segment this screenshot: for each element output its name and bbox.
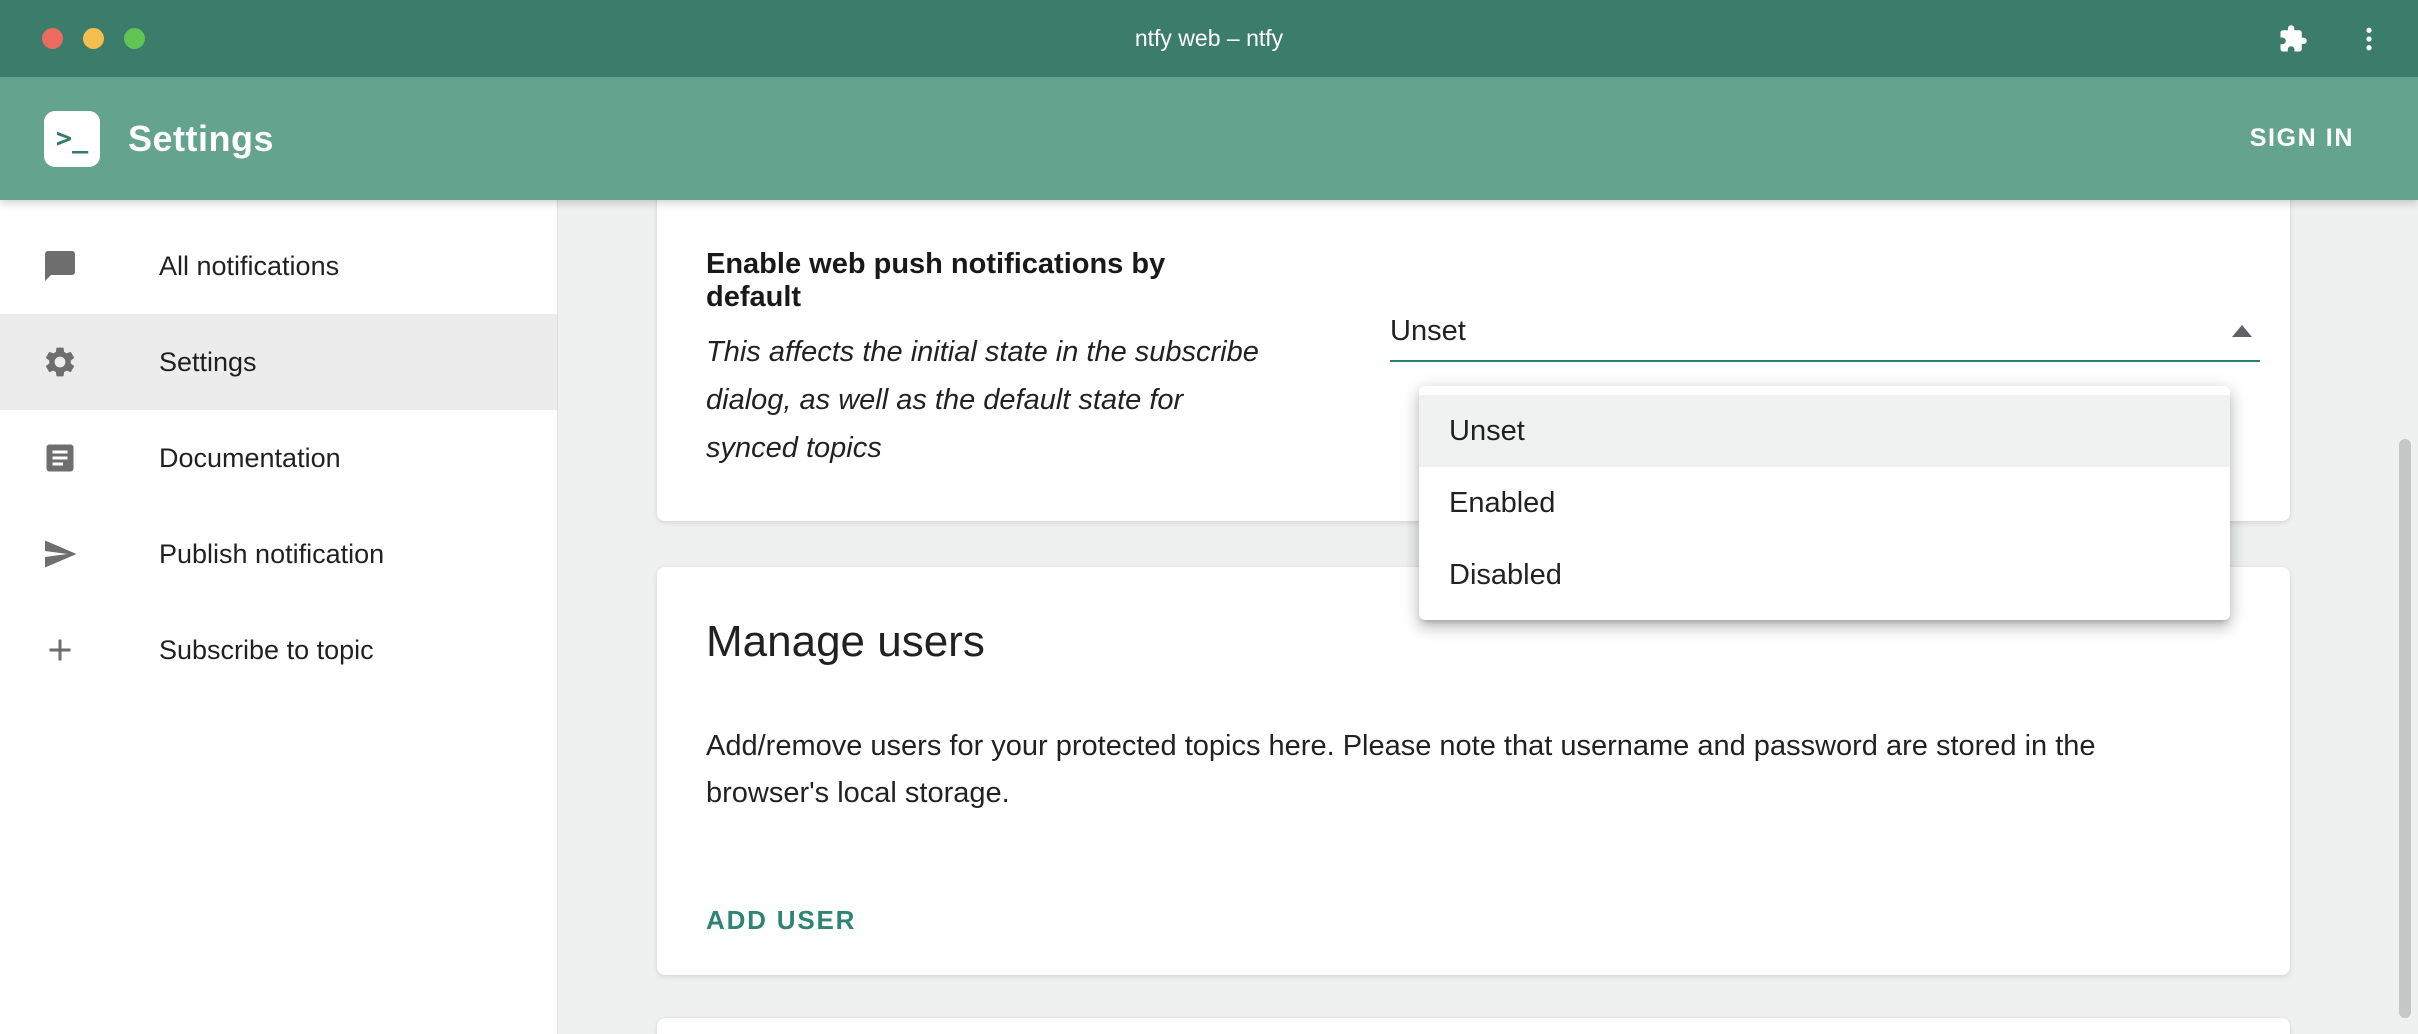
sidebar-item-label: All notifications <box>159 251 339 282</box>
sidebar-item-label: Subscribe to topic <box>159 635 374 666</box>
gear-icon <box>42 344 159 380</box>
sidebar-item-subscribe-to-topic[interactable]: Subscribe to topic <box>0 602 557 698</box>
sidebar: All notifications Settings Documentation… <box>0 200 558 1034</box>
chat-icon <box>42 248 159 284</box>
ntfy-logo-icon: >_ <box>44 111 100 167</box>
menu-item-disabled[interactable]: Disabled <box>1419 539 2230 611</box>
manage-users-card: Manage users Add/remove users for your p… <box>657 567 2290 975</box>
sidebar-item-all-notifications[interactable]: All notifications <box>0 218 557 314</box>
extensions-icon[interactable] <box>2278 24 2308 54</box>
send-icon <box>42 536 159 572</box>
sidebar-item-settings[interactable]: Settings <box>0 314 557 410</box>
select-menu: Unset Enabled Disabled <box>1419 386 2230 620</box>
app-bar: >_ Settings SIGN IN <box>0 77 2418 200</box>
page-title: Settings <box>128 118 274 160</box>
web-push-pref-description: This affects the initial state in the su… <box>706 328 1266 472</box>
sidebar-item-label: Publish notification <box>159 539 384 570</box>
web-push-pref-title: Enable web push notifications by default <box>706 248 1266 314</box>
manage-users-title: Manage users <box>706 617 2241 667</box>
chevron-up-icon <box>2232 325 2252 337</box>
menu-item-unset[interactable]: Unset <box>1419 395 2230 467</box>
sidebar-item-label: Documentation <box>159 443 341 474</box>
sidebar-item-documentation[interactable]: Documentation <box>0 410 557 506</box>
window-titlebar: ntfy web – ntfy <box>0 0 2418 77</box>
web-push-default-select[interactable]: Unset <box>1390 315 2260 362</box>
plus-icon <box>42 632 159 668</box>
scrollbar-thumb[interactable] <box>2399 439 2411 1018</box>
add-user-button[interactable]: ADD USER <box>706 905 856 936</box>
sidebar-item-label: Settings <box>159 347 257 378</box>
menu-item-enabled[interactable]: Enabled <box>1419 467 2230 539</box>
select-value: Unset <box>1390 315 1466 347</box>
manage-users-description: Add/remove users for your protected topi… <box>706 723 2206 817</box>
article-icon <box>42 440 159 476</box>
sign-in-button[interactable]: SIGN IN <box>2230 110 2374 167</box>
app-window: ntfy web – ntfy >_ Settings SIGN IN All … <box>0 0 2418 1034</box>
window-title: ntfy web – ntfy <box>0 0 2418 77</box>
partial-card <box>657 1018 2290 1034</box>
sidebar-item-publish-notification[interactable]: Publish notification <box>0 506 557 602</box>
browser-menu-icon[interactable] <box>2354 24 2384 54</box>
